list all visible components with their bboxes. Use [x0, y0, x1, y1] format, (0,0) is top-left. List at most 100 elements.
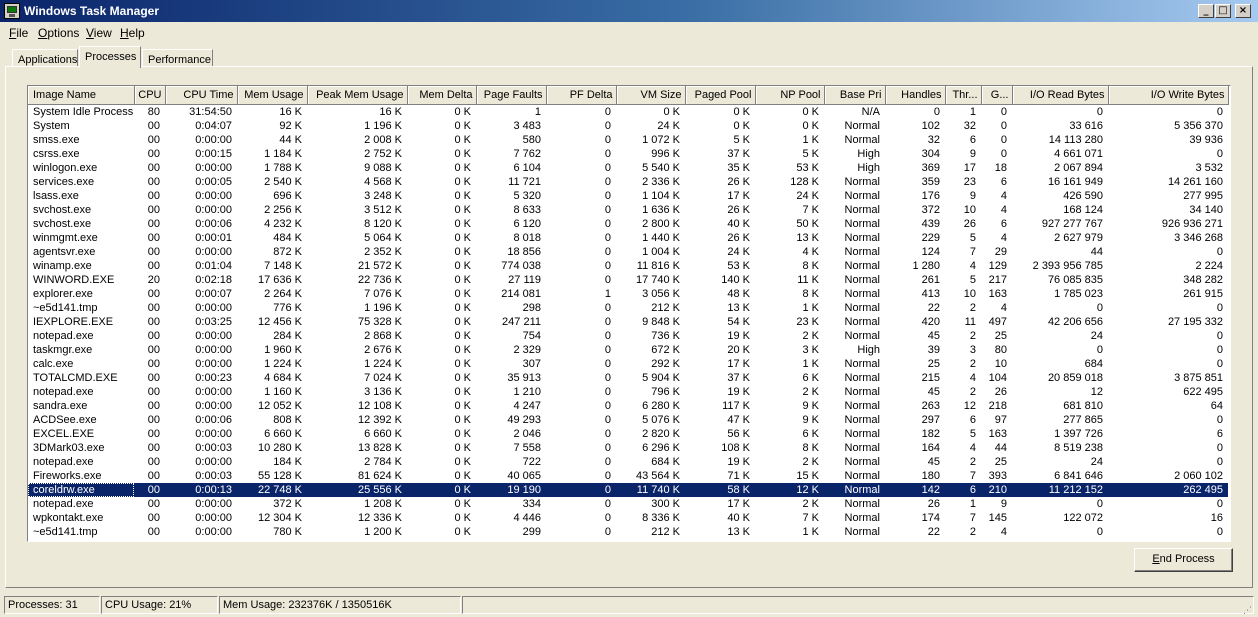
table-row[interactable]: winlogon.exe 00 0:00:00 1 788 K 9 088 K 0 K 6 …	[28, 161, 1228, 175]
column-header-base-pri[interactable]: Base Pri	[824, 86, 886, 105]
cell-i-o-read-bytes: 42 206 656	[1047, 315, 1103, 328]
cell-mem-delta: 0 K	[454, 315, 471, 328]
table-row[interactable]: svchost.exe 00 0:00:00 2 256 K 3 512 K 0 K 8 6…	[28, 203, 1228, 217]
table-row[interactable]: services.exe 00 0:00:05 2 540 K 4 568 K 0 K 11…	[28, 175, 1228, 189]
column-header-cpu[interactable]: CPU	[134, 86, 166, 105]
cell-mem-usage: 92 K	[279, 119, 302, 132]
cell-thr: 9	[969, 189, 976, 202]
table-row[interactable]: ~e5d141.tmp 00 0:00:00 776 K1 196 K0 K 298 0 2…	[28, 301, 1228, 315]
table-row[interactable]: explorer.exe 00 0:00:07 2 264 K 7 076 K 0 K 21…	[28, 287, 1228, 301]
cell-cpu-time: 0:00:06	[195, 413, 232, 426]
cell-mem-usage: 4 684 K	[264, 371, 302, 384]
menu-options[interactable]: Options	[38, 26, 79, 40]
table-row[interactable]: TOTALCMD.EXE 00 0:00:23 4 684 K 7 024 K 0 K 35…	[28, 371, 1228, 385]
cell-g: 163	[988, 287, 1007, 300]
cell-vm-size: 292 K	[651, 357, 680, 370]
close-button[interactable]: ×	[1235, 4, 1251, 18]
table-row[interactable]: coreldrw.exe 00 0:00:13 22 748 K 25 556 K0 K…	[28, 482, 1228, 497]
table-row[interactable]: svchost.exe 00 0:00:06 4 232 K 8 120 K 0 K 6 1…	[28, 217, 1228, 231]
column-header-image-name[interactable]: Image Name	[28, 86, 135, 105]
table-row[interactable]: WINWORD.EXE 20 0:02:18 17 636 K 22 736 K 0 K 2…	[28, 273, 1228, 287]
column-header-thr[interactable]: Thr...	[945, 86, 982, 105]
column-header-mem-usage[interactable]: Mem Usage	[237, 86, 308, 105]
cell-cpu: 00	[147, 441, 160, 454]
column-header-i-o-write-bytes[interactable]: I/O Write Bytes	[1108, 86, 1229, 105]
menu-help[interactable]: Help	[120, 26, 145, 40]
table-row[interactable]: notepad.exe 00 0:00:00 372 K1 208 K0 K 334 0 3…	[28, 497, 1228, 511]
cell-image-name: services.exe	[33, 175, 95, 188]
cell-mem-usage: 872 K	[273, 245, 302, 258]
cell-base-pri: Normal	[844, 315, 880, 328]
column-header-np-pool[interactable]: NP Pool	[755, 86, 825, 105]
cell-thr: 1	[969, 497, 976, 510]
column-header-cpu-time[interactable]: CPU Time	[165, 86, 238, 105]
column-header-pf-delta[interactable]: PF Delta	[546, 86, 617, 105]
cell-cpu-time: 0:00:03	[195, 469, 232, 482]
menu-view[interactable]: View	[86, 26, 112, 40]
end-process-button[interactable]: End Process	[1134, 548, 1233, 572]
table-row[interactable]: System 00 0:04:07 92 K 1 196 K 0 K 3 483 0 24 K 0…	[28, 119, 1228, 133]
column-header-i-o-read-bytes[interactable]: I/O Read Bytes	[1012, 86, 1109, 105]
column-header-handles[interactable]: Handles	[885, 86, 946, 105]
cell-i-o-write-bytes: 0	[1216, 301, 1223, 314]
table-row[interactable]: sandra.exe 00 0:00:00 12 052 K 12 108 K 0 K 4 …	[28, 399, 1228, 413]
cell-base-pri: Normal	[844, 357, 880, 370]
table-row[interactable]: winmgmt.exe 00 0:00:01 484 K 5 064 K 0 K 8 018…	[28, 231, 1228, 245]
maximize-button[interactable]: □	[1215, 4, 1231, 18]
column-header-vm-size[interactable]: VM Size	[616, 86, 686, 105]
table-row[interactable]: notepad.exe 00 0:00:00 284 K 2 868 K 0 K 754 0 7…	[28, 329, 1228, 343]
table-row[interactable]: wpkontakt.exe 00 0:00:00 12 304 K 12 336 K 0 …	[28, 511, 1228, 525]
cell-paged-pool: 53 K	[727, 259, 750, 272]
table-row[interactable]: IEXPLORE.EXE 00 0:03:25 12 456 K 75 328 K 0 K…	[28, 315, 1228, 329]
column-header-page-faults[interactable]: Page Faults	[476, 86, 547, 105]
cell-cpu-time: 0:00:00	[195, 245, 232, 258]
table-row[interactable]: csrss.exe 00 0:00:15 1 184 K2 752 K0 K7 762…	[28, 147, 1228, 161]
cell-i-o-write-bytes: 262 495	[1108, 482, 1228, 497]
cell-i-o-write-bytes: 27 195 332	[1167, 315, 1223, 328]
cell-paged-pool: 26 K	[727, 231, 750, 244]
column-header-paged-pool[interactable]: Paged Pool	[685, 86, 756, 105]
table-row[interactable]: Fireworks.exe 00 0:00:03 55 128 K 81 624 K 0 …	[28, 469, 1228, 483]
table-row[interactable]: calc.exe 00 0:00:00 1 224 K 1 224 K 0 K 307 0 29…	[28, 357, 1228, 371]
tab-processes[interactable]: Processes	[79, 46, 141, 68]
table-row[interactable]: lsass.exe 00 0:00:00 696 K 3 248 K 0 K 5 320 0 1…	[28, 189, 1228, 203]
cell-image-name: svchost.exe	[33, 217, 92, 230]
process-list[interactable]: Image Name CPU CPU Time Mem Usage Peak Mem U…	[27, 85, 1231, 542]
table-row[interactable]: notepad.exe 00 0:00:00 184 K 2 784 K 0 K 722 0 6…	[28, 455, 1228, 469]
table-row[interactable]: taskmgr.exe 00 0:00:00 1 960 K2 676 K0 K2 3…	[28, 343, 1228, 357]
cell-i-o-read-bytes: 6 841 646	[1054, 469, 1103, 482]
cell-pf-delta: 0	[604, 203, 611, 216]
cell-image-name: Fireworks.exe	[33, 469, 102, 482]
cell-handles: 102	[921, 119, 940, 132]
cell-np-pool: 2 K	[802, 329, 819, 342]
table-row[interactable]: EXCEL.EXE 00 0:00:00 6 660 K 6 660 K 0 K 2 046…	[28, 427, 1228, 441]
table-row[interactable]: ~e5d141.tmp 00 0:00:00 780 K1 200 K0 K 299 0 2…	[28, 525, 1228, 539]
column-header-mem-delta[interactable]: Mem Delta	[407, 86, 477, 105]
cell-mem-delta: 0 K	[454, 203, 471, 216]
column-header-peak-mem-usage[interactable]: Peak Mem Usage	[307, 86, 408, 105]
cell-np-pool: 50 K	[796, 217, 819, 230]
table-row[interactable]: notepad.exe 00 0:00:00 1 160 K 3 136 K 0 K 1 2…	[28, 385, 1228, 399]
cell-paged-pool: 56 K	[727, 427, 750, 440]
cell-pf-delta: 0	[604, 329, 611, 342]
cell-vm-size: 1 636 K	[642, 203, 680, 216]
cell-g: 25	[994, 329, 1007, 342]
cell-mem-delta: 0 K	[454, 105, 471, 118]
minimize-button[interactable]: _	[1198, 4, 1214, 18]
cell-mem-delta: 0 K	[454, 385, 471, 398]
table-row[interactable]: agentsvr.exe 00 0:00:00 872 K2 352 K0 K 18 8…	[28, 245, 1228, 259]
table-row[interactable]: 3DMark03.exe 00 0:00:03 10 280 K 13 828 K0 K…	[28, 441, 1228, 455]
table-row[interactable]: ACDSee.exe 00 0:00:06 808 K 12 392 K0 K 49 29…	[28, 413, 1228, 427]
resize-grip-icon[interactable]: ⋰	[1243, 606, 1255, 616]
title-bar[interactable]: Windows Task Manager _ □ ×	[0, 0, 1258, 22]
table-row[interactable]: smss.exe 00 0:00:00 44 K 2 008 K 0 K 580 0 1 072…	[28, 133, 1228, 147]
cell-base-pri: Normal	[844, 217, 880, 230]
table-row[interactable]: winamp.exe 00 0:01:04 7 148 K 21 572 K 0 K 774…	[28, 259, 1228, 273]
column-header-g[interactable]: G...	[981, 86, 1013, 105]
cell-page-faults: 299	[522, 525, 541, 538]
cell-mem-usage: 780 K	[273, 525, 302, 538]
table-row[interactable]: System Idle Process 80 31:54:50 16 K 16 K 0 K…	[28, 104, 1228, 119]
cell-g: 0	[1000, 105, 1007, 118]
menu-file[interactable]: File	[9, 26, 28, 40]
cell-pf-delta: 0	[604, 175, 611, 188]
